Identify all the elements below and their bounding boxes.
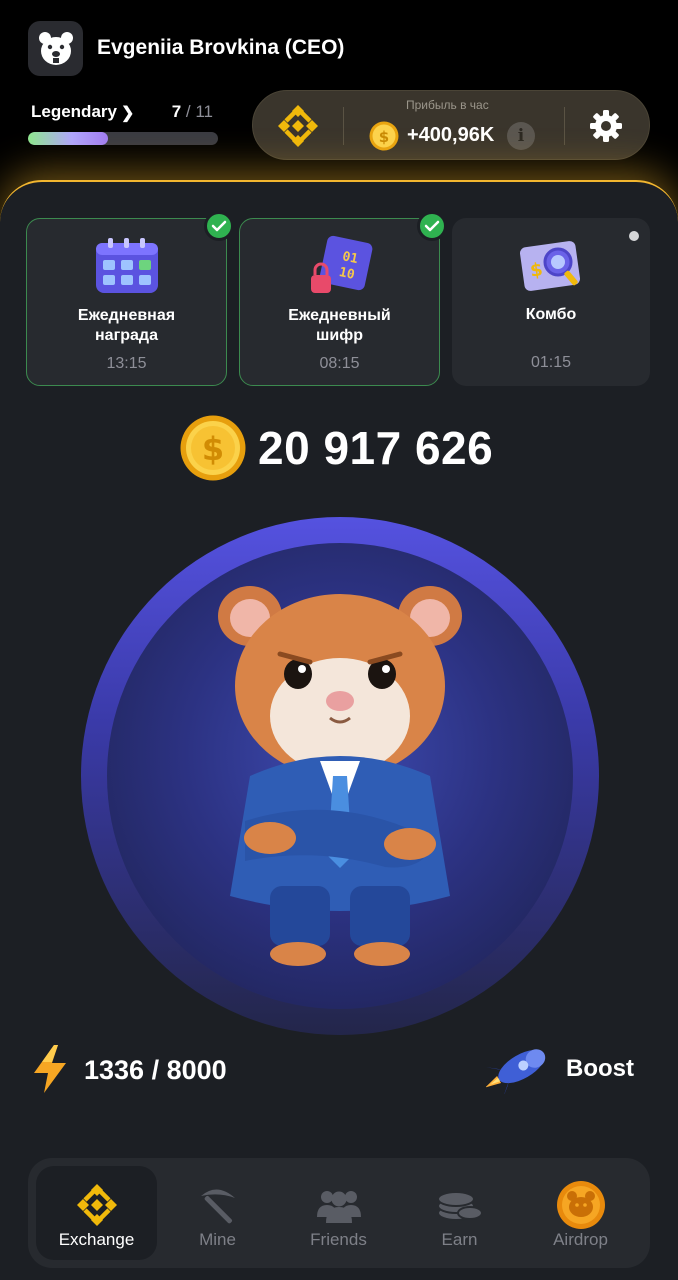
nav-earn[interactable]: Earn <box>399 1166 520 1260</box>
calendar-icon <box>95 238 158 293</box>
divider <box>564 107 565 145</box>
binance-icon <box>278 105 318 147</box>
binance-icon <box>72 1180 122 1230</box>
nav-airdrop[interactable]: Airdrop <box>520 1166 641 1260</box>
coin-icon: $ <box>369 121 399 151</box>
friends-icon <box>314 1180 364 1230</box>
profit-panel: Прибыль в час $ +400,96K i <box>252 90 650 160</box>
settings-button[interactable] <box>588 108 624 144</box>
gear-icon <box>590 110 622 142</box>
nav-label: Mine <box>199 1230 236 1249</box>
boost-label: Boost <box>566 1055 634 1082</box>
coin-icon: $ <box>180 415 246 481</box>
pickaxe-icon <box>193 1180 243 1230</box>
task-timer: 01:15 <box>530 354 572 371</box>
level-count: 7 / 11 <box>171 102 213 121</box>
daily-reward-card[interactable]: Ежедневная награда 13:15 <box>26 211 234 386</box>
username: Evgeniia Brovkina (CEO) <box>97 36 345 59</box>
lightning-icon <box>34 1045 66 1093</box>
combo-card-icon: $ <box>519 241 581 291</box>
task-title: Ежедневная награда <box>77 307 176 344</box>
task-title: Ежедневный шифр <box>288 307 391 344</box>
level-progress-bar <box>28 132 218 145</box>
nav-friends[interactable]: Friends <box>278 1166 399 1260</box>
checkmark-icon <box>417 211 447 241</box>
binance-exchange-button[interactable] <box>273 104 323 148</box>
bottom-nav: Exchange Mine Friends Earn Airdrop <box>28 1158 650 1268</box>
level-name: Legendary <box>31 102 117 121</box>
svg-text:$: $ <box>379 128 389 146</box>
profit-label: Прибыль в час <box>406 98 489 112</box>
hamster-avatar-icon[interactable] <box>28 21 83 76</box>
task-title: Комбо <box>525 306 577 323</box>
nav-label: Exchange <box>58 1230 135 1249</box>
task-timer: 13:15 <box>106 355 147 372</box>
level-progress-fill <box>28 132 108 145</box>
nav-exchange[interactable]: Exchange <box>36 1166 157 1260</box>
energy-value: 1336 / 8000 <box>84 1055 227 1085</box>
header: Evgeniia Brovkina (CEO) Legendary ❯ 7 / … <box>0 0 678 200</box>
coins-icon <box>435 1180 485 1230</box>
divider <box>343 107 344 145</box>
daily-cipher-card[interactable]: 01 10 Ежедневный шифр 08:15 <box>239 211 447 386</box>
hamster-ceo-character <box>218 586 462 966</box>
hamster-coin-icon <box>556 1180 606 1230</box>
nav-label: Friends <box>310 1230 367 1249</box>
cipher-lock-icon: 01 10 <box>310 235 372 293</box>
tap-button[interactable] <box>81 517 599 1035</box>
svg-text:$: $ <box>202 430 224 468</box>
nav-label: Earn <box>441 1230 478 1249</box>
task-timer: 08:15 <box>319 355 360 372</box>
profit-value: +400,96K <box>407 124 495 146</box>
boost-button[interactable]: Boost <box>486 1042 646 1098</box>
nav-label: Airdrop <box>553 1230 608 1249</box>
checkmark-icon <box>204 211 234 241</box>
info-icon[interactable]: i <box>507 122 535 150</box>
rocket-icon <box>486 1049 546 1094</box>
balance-value: 20 917 626 <box>258 422 494 474</box>
nav-mine[interactable]: Mine <box>157 1166 278 1260</box>
tap-area[interactable] <box>107 543 573 1009</box>
chevron-right-icon: ❯ <box>121 105 135 122</box>
notification-dot <box>629 231 639 241</box>
combo-card[interactable]: $ Комбо 01:15 <box>452 218 650 386</box>
balance: $ 20 917 626 <box>0 413 678 483</box>
